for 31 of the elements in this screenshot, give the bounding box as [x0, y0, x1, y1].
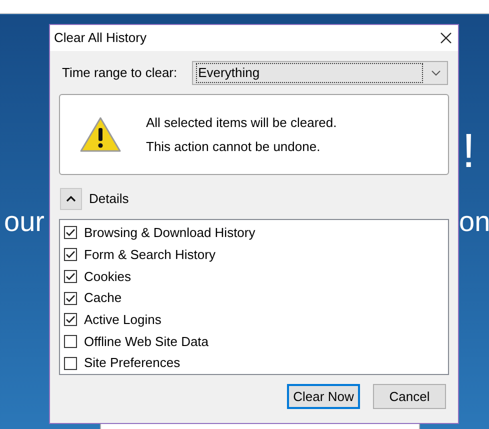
checkbox[interactable] — [64, 292, 77, 305]
checkbox[interactable] — [64, 270, 77, 283]
checkbox[interactable] — [64, 248, 77, 262]
checkbox-label: Site Preferences — [84, 354, 180, 372]
warning-text: All selected items will be cleared. — [146, 114, 337, 132]
subline-text: on — [459, 208, 489, 236]
headline-text: ! — [462, 128, 476, 176]
dialog-button[interactable]: Cancel — [373, 384, 446, 409]
chevron-down-icon — [431, 70, 441, 76]
window-title: Clear All History — [54, 29, 146, 48]
close-icon[interactable] — [440, 32, 452, 44]
chevron-up-icon — [66, 196, 76, 202]
time-range-label: Time range to clear: — [62, 64, 178, 82]
checkbox[interactable] — [64, 334, 77, 348]
warning-text: This action cannot be undone. — [146, 138, 322, 156]
dropdown-value: Everything — [196, 63, 423, 83]
time-range-dropdown[interactable]: Everything — [192, 61, 448, 85]
checkbox-label: Form & Search History — [84, 246, 216, 264]
details-label: Details — [89, 190, 129, 208]
checkbox-label: Browsing & Download History — [84, 224, 256, 242]
checkbox-label: Cache — [84, 289, 122, 308]
warning-icon — [79, 116, 122, 154]
checkbox[interactable] — [64, 356, 77, 370]
checkbox-label: Cookies — [84, 268, 131, 286]
checkbox-label: Offline Web Site Data — [84, 332, 209, 351]
dialog-button[interactable]: Clear Now — [287, 384, 360, 409]
subline-text: our — [4, 208, 44, 236]
checkbox[interactable] — [64, 313, 77, 326]
checkbox-label: Active Logins — [84, 310, 162, 329]
details-toggle-button[interactable] — [60, 188, 82, 210]
checkbox[interactable] — [64, 226, 77, 240]
